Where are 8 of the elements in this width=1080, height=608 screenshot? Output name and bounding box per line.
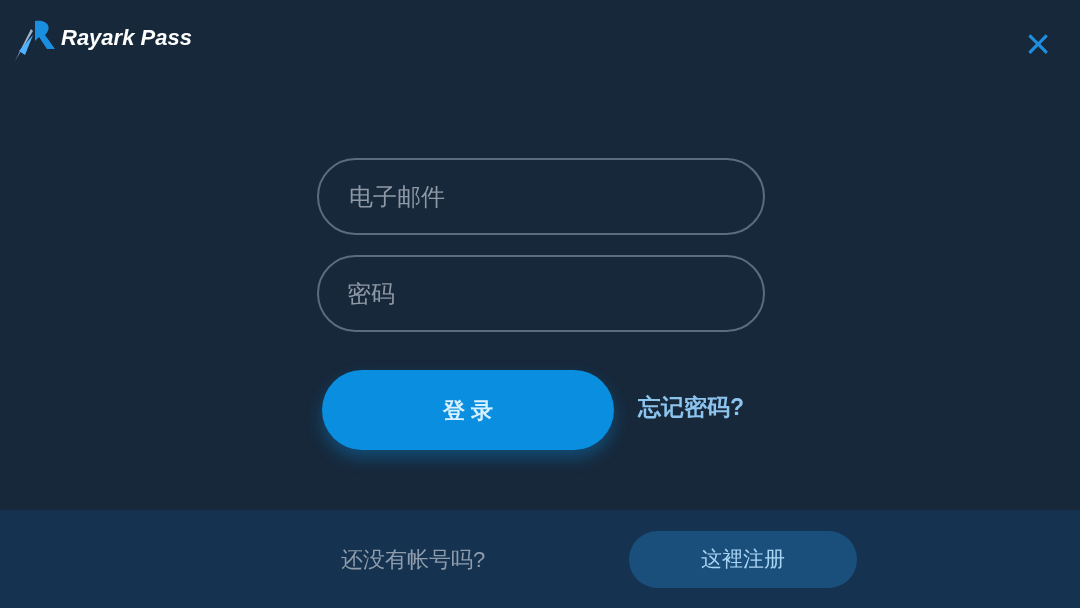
password-field[interactable]: 密码 [317,255,765,332]
email-field[interactable]: 电子邮件 [317,158,765,235]
close-button[interactable]: × [1024,24,1052,64]
logo-text: Rayark Pass [61,23,192,52]
register-button[interactable]: 这裡注册 [629,530,857,588]
forgot-password-link[interactable]: 忘记密码? [638,389,745,425]
no-account-prompt: 还没有帐号吗? [341,545,487,574]
login-button[interactable]: 登 录 [322,370,614,450]
